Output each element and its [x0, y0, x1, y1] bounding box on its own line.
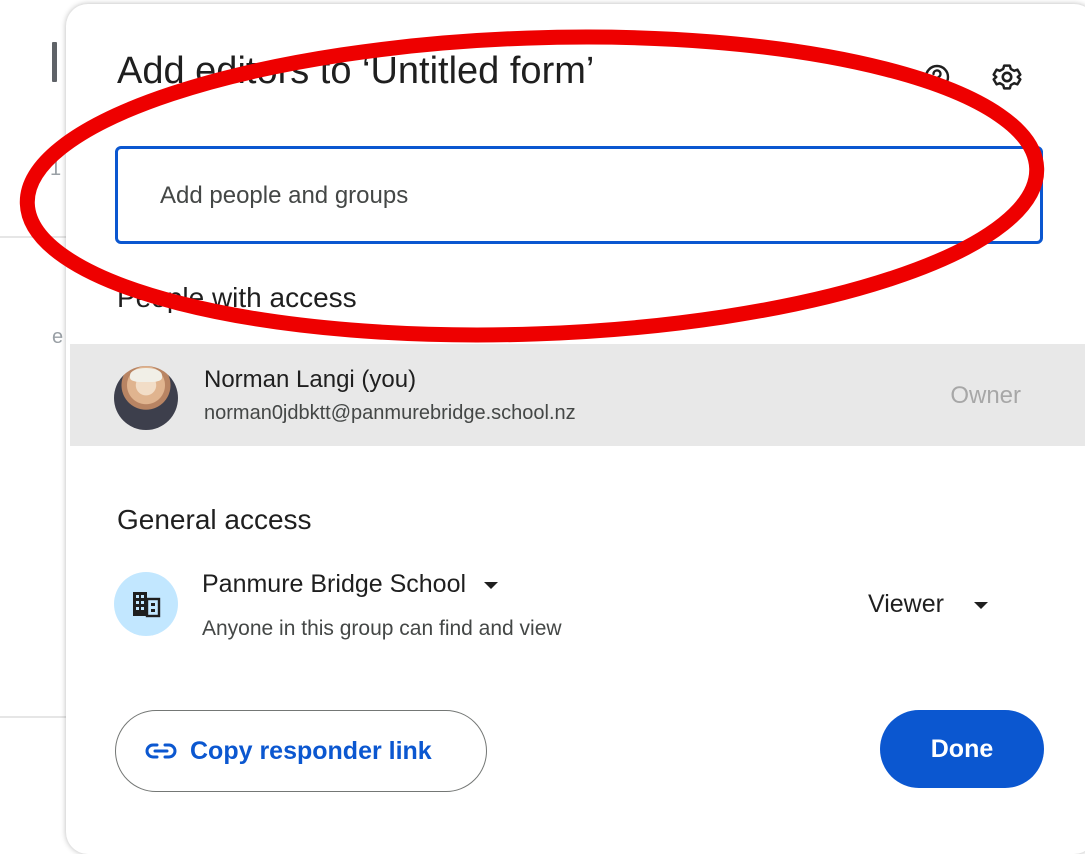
background-text-fragment: 1 — [50, 158, 62, 180]
done-button[interactable]: Done — [880, 710, 1044, 788]
person-email: norman0jdbktt@panmurebridge.school.nz — [204, 402, 576, 424]
general-access-scope: Panmure Bridge School — [202, 570, 467, 598]
people-with-access-heading: People with access — [117, 282, 357, 313]
general-access-scope-dropdown[interactable]: Panmure Bridge School — [202, 570, 499, 599]
caret-down-icon — [973, 601, 988, 609]
add-people-field[interactable] — [115, 146, 1043, 244]
general-access-role-dropdown[interactable]: Viewer — [868, 590, 988, 619]
copy-responder-link-button[interactable]: Copy responder link — [115, 710, 487, 792]
person-row[interactable]: Norman Langi (you) norman0jdbktt@panmure… — [70, 344, 1085, 446]
copy-responder-link-label: Copy responder link — [190, 736, 432, 765]
background-divider — [0, 716, 68, 718]
background-text-cursor — [52, 42, 57, 82]
background-divider — [0, 236, 68, 238]
general-access-role: Viewer — [868, 590, 944, 618]
caret-down-icon — [484, 581, 499, 589]
general-access-heading: General access — [117, 504, 312, 535]
background-text-fragment: e — [52, 326, 64, 348]
background-page: 1 e — [0, 0, 70, 838]
gear-icon[interactable] — [985, 55, 1029, 99]
link-icon — [144, 742, 178, 760]
add-people-input[interactable] — [158, 175, 1002, 217]
dialog-title: Add editors to ‘Untitled form’ — [117, 50, 595, 92]
person-role: Owner — [950, 382, 1021, 409]
user-avatar — [114, 366, 178, 430]
general-access-description: Anyone in this group can find and view — [202, 617, 562, 640]
help-icon[interactable] — [915, 55, 959, 99]
building-icon — [114, 572, 178, 636]
person-name: Norman Langi (you) — [204, 366, 417, 393]
